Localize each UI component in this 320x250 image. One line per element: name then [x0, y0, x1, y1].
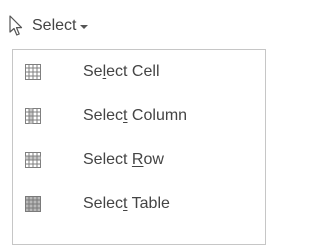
select-menu: Select Cell Select Column Select Row Sel…: [12, 49, 266, 245]
access-key: l: [102, 63, 107, 80]
menu-item-label: Select Table: [83, 195, 170, 212]
table-whole-icon: [25, 196, 41, 212]
select-dropdown-button[interactable]: Select: [4, 9, 96, 43]
mouse-pointer-icon: [9, 15, 23, 36]
table-column-icon: [25, 108, 41, 124]
menu-item-label: Select Row: [83, 151, 164, 168]
menu-item-label: Select Column: [83, 107, 188, 124]
menu-item-select-column[interactable]: Select Column: [13, 94, 265, 138]
menu-item-select-row[interactable]: Select Row: [13, 138, 265, 182]
table-row-icon: [25, 152, 41, 168]
menu-item-label: Select Cell: [83, 63, 160, 80]
menu-item-select-cell[interactable]: Select Cell: [13, 50, 265, 94]
menu-item-select-table[interactable]: Select Table: [13, 182, 265, 226]
select-button-label: Select: [32, 17, 77, 34]
access-key: R: [131, 151, 144, 168]
table-cell-icon: [25, 64, 41, 80]
chevron-down-icon: [80, 25, 89, 29]
access-key: t: [123, 195, 128, 212]
access-key: t: [123, 107, 128, 124]
